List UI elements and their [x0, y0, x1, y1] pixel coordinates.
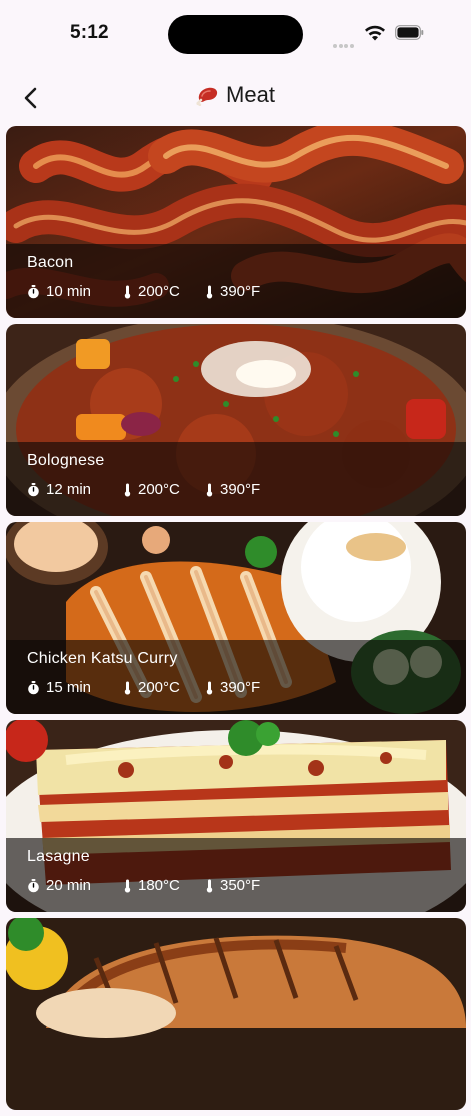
temperature-fahrenheit-value: 390°F — [220, 481, 261, 498]
temperature-fahrenheit-value: 390°F — [220, 283, 261, 300]
cook-time-value: 12 min — [46, 481, 92, 498]
temperature-celsius-value: 200°C — [138, 283, 180, 300]
recipe-name: Chicken Katsu Curry — [27, 650, 178, 667]
recipe-meta: 12 min 200°C 390°F — [27, 481, 260, 498]
temperature-fahrenheit: 390°F — [205, 679, 260, 696]
recipe-meta: 10 min 200°C 390°F — [27, 283, 260, 300]
recipe-name: Lasagne — [27, 848, 90, 865]
stopwatch-icon — [28, 482, 39, 496]
thermometer-icon — [124, 285, 131, 298]
recipe-card-chicken-katsu-curry[interactable]: Chicken Katsu Curry 15 min 200°C 390°F — [6, 522, 466, 714]
thermometer-icon — [124, 681, 131, 694]
temperature-fahrenheit: 390°F — [205, 481, 260, 498]
temperature-fahrenheit: 390°F — [205, 283, 260, 300]
temperature-celsius-value: 180°C — [138, 877, 180, 894]
temperature-celsius: 200°C — [123, 679, 205, 696]
cellular-signal-icon — [333, 35, 359, 48]
cook-time: 10 min — [27, 283, 123, 300]
thermometer-icon — [206, 879, 213, 892]
dynamic-island — [168, 15, 303, 54]
wifi-icon — [365, 25, 385, 41]
roast-meat-photo — [6, 918, 466, 1110]
thermometer-icon — [206, 483, 213, 496]
status-bar: 5:12 — [0, 0, 471, 66]
cook-time: 20 min — [27, 877, 123, 894]
cook-time: 12 min — [27, 481, 123, 498]
temperature-fahrenheit-value: 390°F — [220, 679, 261, 696]
temperature-celsius: 200°C — [123, 481, 205, 498]
recipe-name: Bacon — [27, 254, 74, 271]
temperature-celsius: 180°C — [123, 877, 205, 894]
stopwatch-icon — [28, 878, 39, 892]
cook-time-value: 20 min — [46, 877, 92, 894]
temperature-celsius-value: 200°C — [138, 481, 180, 498]
recipe-card-bacon[interactable]: Bacon 10 min 200°C 390°F — [6, 126, 466, 318]
nav-bar: Meat — [0, 66, 471, 126]
recipe-name: Bolognese — [27, 452, 105, 469]
cook-time: 15 min — [27, 679, 123, 696]
recipe-caption-overlay — [6, 244, 466, 318]
cook-time-value: 10 min — [46, 283, 92, 300]
recipe-card-lasagne[interactable]: Lasagne 20 min 180°C 350°F — [6, 720, 466, 912]
temperature-fahrenheit: 350°F — [205, 877, 260, 894]
thermometer-icon — [206, 681, 213, 694]
recipe-card-bolognese[interactable]: Bolognese 12 min 200°C 390°F — [6, 324, 466, 516]
status-time: 5:12 — [70, 22, 109, 43]
battery-icon — [395, 25, 424, 40]
recipe-list: Bacon 10 min 200°C 390°F Bolognese 12 mi… — [6, 126, 466, 1116]
page-title: Meat — [226, 82, 275, 107]
page-title-group: Meat — [0, 82, 471, 108]
temperature-fahrenheit-value: 350°F — [220, 877, 261, 894]
cook-time-value: 15 min — [46, 679, 92, 696]
recipe-card-partial[interactable] — [6, 918, 466, 1110]
thermometer-icon — [124, 483, 131, 496]
temperature-celsius-value: 200°C — [138, 679, 180, 696]
stopwatch-icon — [28, 284, 39, 298]
meat-icon — [196, 87, 218, 106]
thermometer-icon — [206, 285, 213, 298]
temperature-celsius: 200°C — [123, 283, 205, 300]
thermometer-icon — [124, 879, 131, 892]
recipe-meta: 15 min 200°C 390°F — [27, 679, 260, 696]
stopwatch-icon — [28, 680, 39, 694]
recipe-meta: 20 min 180°C 350°F — [27, 877, 260, 894]
